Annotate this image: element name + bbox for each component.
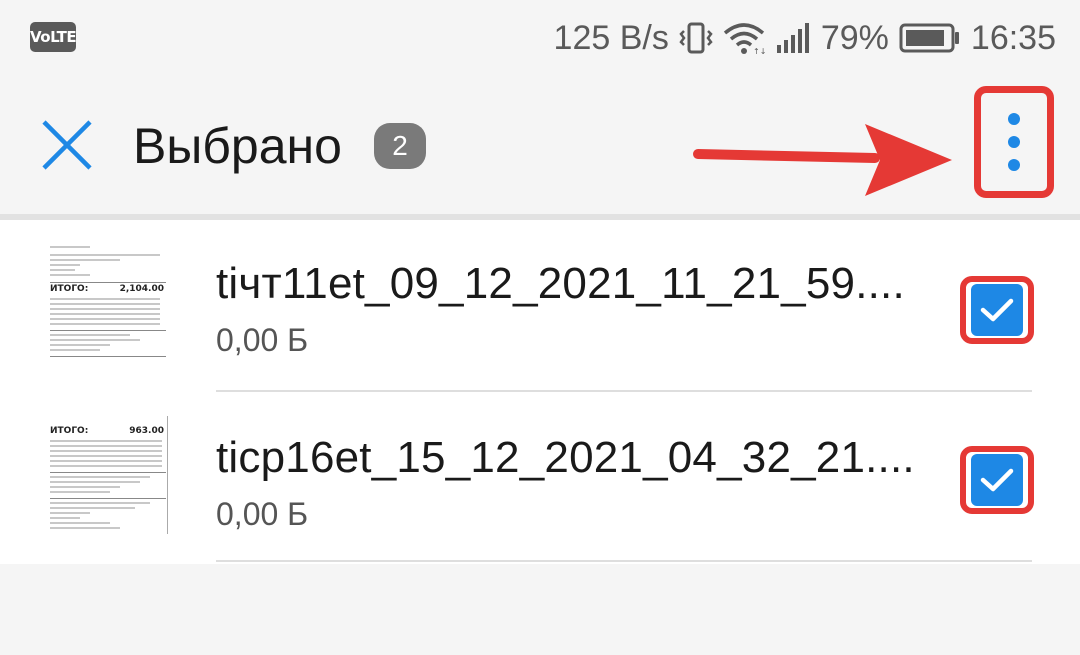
receipt-thumbnail: ИТОГО: 2,104.00 <box>48 242 168 360</box>
battery-icon <box>899 23 961 53</box>
checkbox-checked-icon[interactable] <box>971 454 1023 506</box>
signal-icon <box>775 21 811 55</box>
vibrate-icon <box>679 21 713 55</box>
close-icon[interactable] <box>36 114 98 176</box>
selected-count-badge: 2 <box>374 123 426 169</box>
checkbox-checked-icon[interactable] <box>971 284 1023 336</box>
file-size: 0,00 Б <box>216 322 309 358</box>
more-vertical-icon[interactable] <box>981 93 1047 191</box>
row-divider <box>216 560 1032 562</box>
file-size: 0,00 Б <box>216 496 309 532</box>
thumb-total-value: 963.00 <box>129 426 164 436</box>
list-item[interactable]: ИТОГО: 963.00 ticp16et_15_12_2021_04_32_… <box>0 392 1080 564</box>
file-name: tiчт11et_09_12_2021_11_21_59.... <box>216 259 905 308</box>
svg-text:↑↓: ↑↓ <box>753 47 765 55</box>
page-title: Выбрано <box>133 118 342 174</box>
file-list: ИТОГО: 2,104.00 tiчт11et_09_12_2021_11_2… <box>0 220 1080 564</box>
file-name: ticp16et_15_12_2021_04_32_21.... <box>216 433 915 482</box>
status-bar: VoLTE 125 B/s ↑↓ 79% 16:35 <box>0 0 1080 76</box>
checkbox-highlight <box>960 276 1034 344</box>
thumb-total-value: 2,104.00 <box>119 284 164 294</box>
wifi-icon: ↑↓ <box>723 21 765 55</box>
list-item[interactable]: ИТОГО: 2,104.00 tiчт11et_09_12_2021_11_2… <box>0 220 1080 392</box>
empty-area <box>0 564 1080 655</box>
thumb-total-label: ИТОГО: <box>50 426 89 436</box>
receipt-thumbnail: ИТОГО: 963.00 <box>48 416 168 534</box>
thumb-total-label: ИТОГО: <box>50 284 89 294</box>
annotation-arrow-icon <box>690 114 960 209</box>
checkbox-highlight <box>960 446 1034 514</box>
more-menu-highlight <box>974 86 1054 198</box>
net-speed: 125 B/s <box>553 18 669 57</box>
battery-percent: 79% <box>820 18 889 57</box>
clock: 16:35 <box>970 18 1056 57</box>
status-indicators: 125 B/s ↑↓ 79% 16:35 <box>554 16 1056 60</box>
selection-toolbar: Выбрано 2 <box>0 76 1080 216</box>
volte-indicator: VoLTE <box>30 22 77 52</box>
